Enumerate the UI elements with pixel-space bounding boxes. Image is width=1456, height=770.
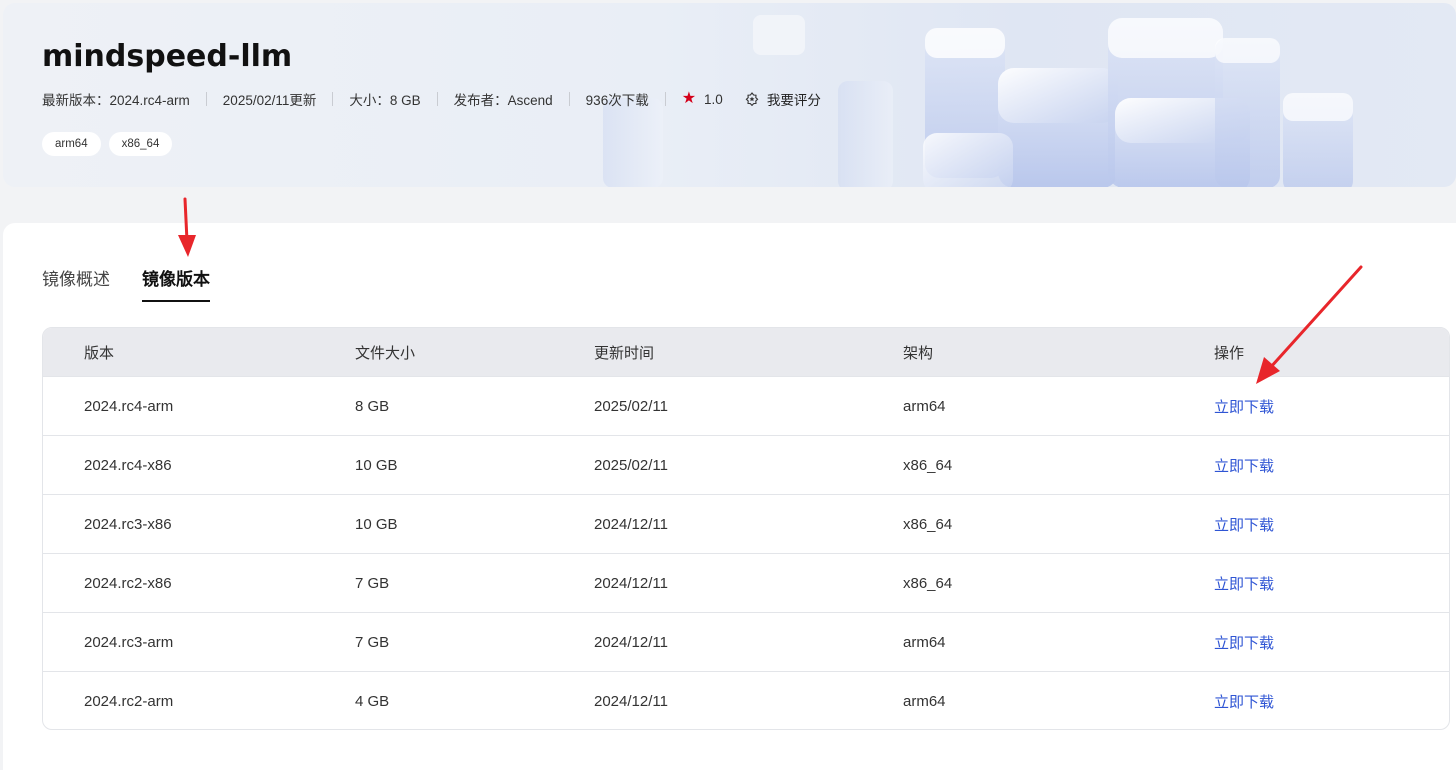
divider (568, 92, 570, 106)
rate-button[interactable]: 我要评分 (723, 89, 821, 109)
cell-version: 2024.rc3-x86 (84, 515, 172, 533)
header-version: 版本 (84, 344, 115, 362)
download-now-link[interactable]: 立即下载 (1214, 573, 1274, 594)
image-header-banner: mindspeed-llm 最新版本：2024.rc4-arm 2025/02/… (3, 3, 1456, 187)
publisher: 发布者：Ascend (453, 93, 553, 108)
download-now-link[interactable]: 立即下载 (1214, 455, 1274, 476)
image-size: 大小：8 GB (349, 93, 421, 108)
cell-size: 7 GB (355, 574, 390, 592)
cell-version: 2024.rc4-arm (84, 397, 174, 415)
rate-badge-icon (745, 92, 759, 106)
cell-time: 2025/02/11 (594, 456, 668, 474)
image-meta-bar: 最新版本：2024.rc4-arm 2025/02/11更新 大小：8 GB 发… (42, 89, 821, 109)
table-header: 版本 文件大小 更新时间 架构 操作 (43, 328, 1449, 376)
divider (664, 92, 666, 106)
tag-arm64[interactable]: arm64 (42, 132, 101, 156)
cell-arch: arm64 (903, 397, 946, 415)
update-date: 2025/02/11更新 (222, 93, 317, 108)
cell-time: 2024/12/11 (594, 692, 668, 710)
download-now-link[interactable]: 立即下载 (1214, 396, 1274, 417)
table-row: 2024.rc2-arm 4 GB 2024/12/11 arm64 立即下载 (43, 671, 1449, 729)
rating-value: 1.0 (704, 91, 723, 107)
versions-table: 版本 文件大小 更新时间 架构 操作 2024.rc4-arm 8 GB 202… (42, 327, 1450, 730)
rate-label: 我要评分 (766, 93, 821, 108)
header-arch: 架构 (903, 344, 934, 362)
tag-x86-64[interactable]: x86_64 (108, 132, 173, 156)
rating-score: ★ 1.0 (682, 91, 723, 107)
cell-version: 2024.rc2-arm (84, 692, 174, 710)
download-count: 936次下载 (585, 93, 649, 108)
divider (436, 92, 438, 106)
table-row: 2024.rc4-x86 10 GB 2025/02/11 x86_64 立即下… (43, 435, 1449, 494)
latest-version: 最新版本：2024.rc4-arm (42, 93, 190, 108)
cell-time: 2024/12/11 (594, 633, 668, 651)
cell-version: 2024.rc4-x86 (84, 456, 172, 474)
cell-arch: x86_64 (903, 515, 953, 533)
cell-arch: arm64 (903, 692, 946, 710)
cell-size: 10 GB (355, 456, 398, 474)
divider (205, 92, 207, 106)
cell-size: 10 GB (355, 515, 398, 533)
cell-size: 7 GB (355, 633, 390, 651)
header-operation: 操作 (1214, 344, 1245, 362)
divider (332, 92, 334, 106)
content-card: 镜像概述 镜像版本 版本 文件大小 更新时间 架构 操作 2024.rc4-ar… (3, 223, 1456, 770)
page-title: mindspeed-llm (42, 39, 293, 74)
cell-size: 4 GB (355, 692, 390, 710)
table-row: 2024.rc3-x86 10 GB 2024/12/11 x86_64 立即下… (43, 494, 1449, 553)
tab-bar: 镜像概述 镜像版本 (42, 265, 242, 302)
header-size: 文件大小 (355, 344, 416, 362)
cell-arch: x86_64 (903, 574, 953, 592)
cell-arch: arm64 (903, 633, 946, 651)
header-time: 更新时间 (594, 344, 655, 362)
tag-list: arm64 x86_64 (42, 132, 173, 156)
cell-version: 2024.rc2-x86 (84, 574, 172, 592)
cell-arch: x86_64 (903, 456, 953, 474)
table-row: 2024.rc4-arm 8 GB 2025/02/11 arm64 立即下载 (43, 376, 1449, 435)
cell-time: 2024/12/11 (594, 515, 668, 533)
download-now-link[interactable]: 立即下载 (1214, 514, 1274, 535)
cell-time: 2024/12/11 (594, 574, 668, 592)
cell-size: 8 GB (355, 397, 390, 415)
table-row: 2024.rc2-x86 7 GB 2024/12/11 x86_64 立即下载 (43, 553, 1449, 612)
tab-overview[interactable]: 镜像概述 (42, 265, 110, 301)
download-now-link[interactable]: 立即下载 (1214, 691, 1274, 712)
cell-time: 2025/02/11 (594, 397, 668, 415)
star-icon: ★ (681, 90, 697, 107)
table-row: 2024.rc3-arm 7 GB 2024/12/11 arm64 立即下载 (43, 612, 1449, 671)
cell-version: 2024.rc3-arm (84, 633, 174, 651)
download-now-link[interactable]: 立即下载 (1214, 632, 1274, 653)
tab-versions[interactable]: 镜像版本 (142, 265, 210, 302)
